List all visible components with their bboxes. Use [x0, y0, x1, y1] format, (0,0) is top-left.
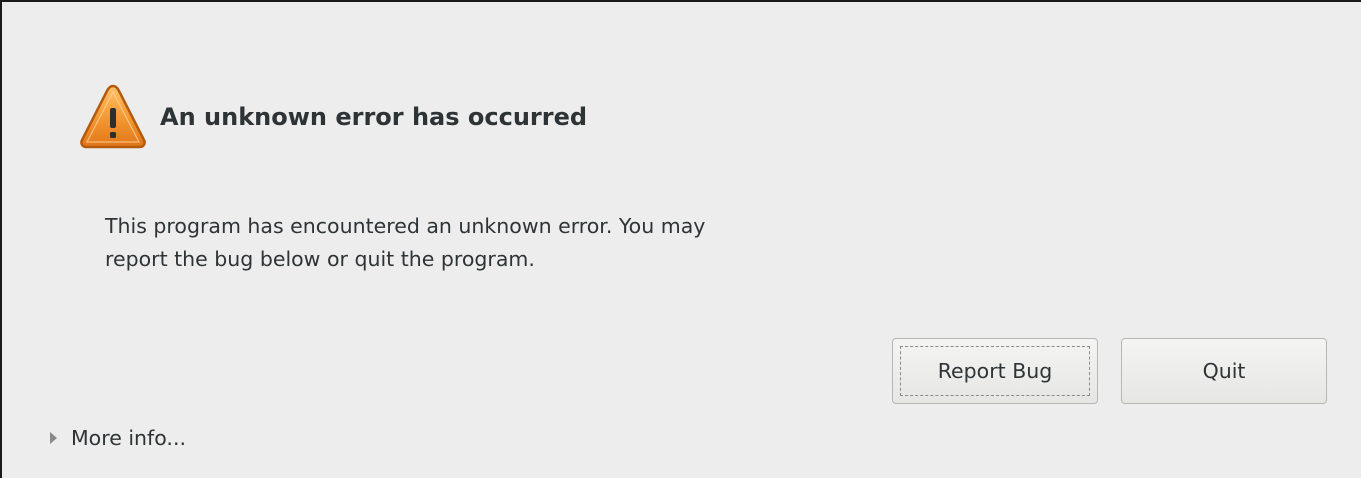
- report-bug-button[interactable]: Report Bug: [892, 338, 1098, 404]
- quit-label: Quit: [1202, 359, 1246, 383]
- error-message-line-1: This program has encountered an unknown …: [105, 214, 706, 238]
- error-message-line-2: report the bug below or quit the program…: [105, 247, 535, 271]
- warning-triangle-icon: [80, 84, 146, 149]
- dialog-header: An unknown error has occurred: [78, 82, 587, 152]
- quit-button[interactable]: Quit: [1121, 338, 1327, 404]
- dialog-title: An unknown error has occurred: [160, 103, 588, 131]
- error-dialog: An unknown error has occurred This progr…: [0, 0, 1361, 478]
- expander-arrow-icon: [50, 432, 57, 444]
- error-message: This program has encountered an unknown …: [105, 210, 925, 276]
- more-info-expander[interactable]: More info...: [50, 420, 186, 456]
- report-bug-label: Report Bug: [937, 359, 1053, 383]
- more-info-label: More info...: [71, 426, 186, 450]
